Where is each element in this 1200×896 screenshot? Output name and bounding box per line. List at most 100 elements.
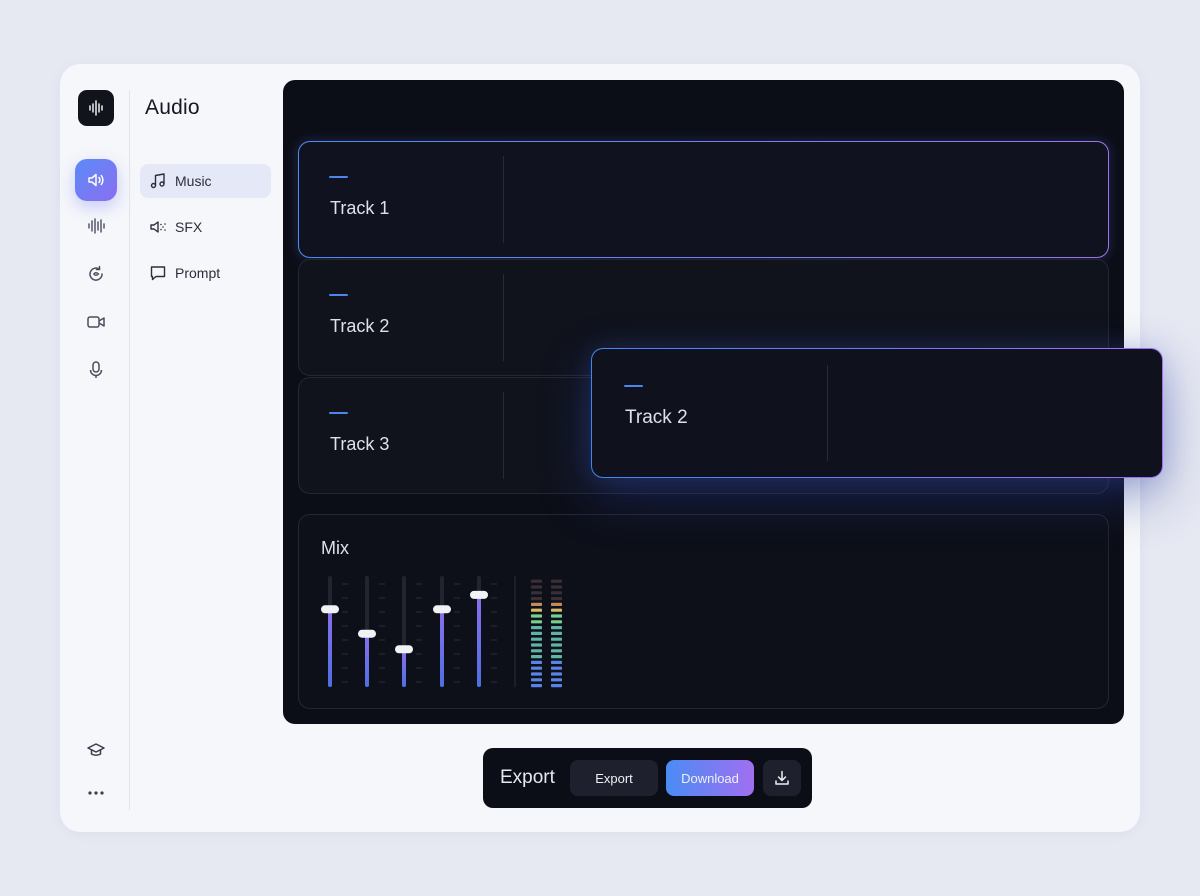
meter-segment: [551, 608, 562, 612]
track-color-marker: [329, 412, 348, 414]
track-color-marker: [624, 385, 643, 387]
fader-knob[interactable]: [321, 605, 339, 614]
track-color-marker: [329, 176, 348, 178]
export-button[interactable]: Export: [570, 760, 658, 796]
fader-knob[interactable]: [433, 605, 451, 614]
dragging-track-card[interactable]: Track 2: [591, 348, 1163, 478]
waveform-logo: [78, 90, 114, 126]
chat-icon: [150, 266, 166, 281]
meter-segment: [551, 585, 562, 589]
meter-segment: [531, 579, 542, 583]
nav-item-label: SFX: [175, 219, 203, 235]
meter-segment: [531, 643, 542, 647]
track-separator: [503, 156, 504, 243]
audio-nav: Audio Music SFX Prompt: [140, 64, 280, 832]
fader-level: [328, 609, 332, 687]
nav-item-label: Prompt: [175, 265, 221, 281]
track-color-marker: [329, 294, 348, 296]
microphone-icon: [89, 361, 103, 378]
refresh-icon: [89, 265, 103, 281]
meter-segment: [531, 684, 542, 688]
rail-microphone-button[interactable]: [75, 349, 117, 391]
track-separator: [503, 274, 504, 361]
meter-segment: [531, 660, 542, 664]
meter-segment: [551, 655, 562, 659]
meter-segment: [531, 655, 542, 659]
track-name: Track 1: [330, 198, 390, 218]
meter-segment: [551, 666, 562, 670]
rail-waveform-button[interactable]: [75, 205, 117, 247]
meter-segment: [551, 631, 562, 635]
track-separator: [827, 365, 828, 461]
fader-knob[interactable]: [358, 629, 376, 638]
meter-segment: [531, 637, 542, 641]
track-name: Track 3: [330, 434, 390, 454]
nav-item-prompt[interactable]: Prompt: [140, 256, 271, 290]
meter-segment: [531, 626, 542, 630]
export-label: Export: [500, 767, 555, 788]
rail-learn-button[interactable]: [75, 729, 117, 771]
nav-item-label: Music: [175, 173, 212, 189]
meter-segment: [551, 672, 562, 676]
rail-more-button[interactable]: [75, 772, 117, 814]
meter-segment: [551, 678, 562, 682]
meter-segment: [531, 608, 542, 612]
waveform-icon: [88, 218, 105, 234]
meter-segment: [531, 631, 542, 635]
meter-segment: [531, 597, 542, 601]
speaker-sfx-icon: [150, 221, 166, 233]
nav-item-music[interactable]: Music: [140, 164, 271, 198]
meter-segment: [551, 579, 562, 583]
fader-level: [477, 594, 481, 687]
meter-segment: [531, 614, 542, 618]
dragging-track-waveform: [841, 369, 1143, 457]
download-icon: [775, 770, 789, 785]
fader-level: [440, 609, 444, 687]
meter-segment: [551, 626, 562, 630]
meter-segment: [551, 591, 562, 595]
meter-segment: [551, 643, 562, 647]
meter-segment: [551, 684, 562, 688]
meter-segment: [531, 620, 542, 624]
fader-knob[interactable]: [470, 590, 488, 599]
download-icon-button[interactable]: [763, 760, 801, 796]
meter-segment: [551, 597, 562, 601]
fader-knob[interactable]: [395, 645, 413, 654]
nav-title: Audio: [145, 96, 200, 119]
meter-segment: [551, 620, 562, 624]
meter-segment: [551, 614, 562, 618]
icon-rail: [60, 64, 130, 832]
track-waveform[interactable]: [517, 152, 1095, 248]
track-name: Track 2: [330, 316, 390, 336]
meter-segment: [551, 637, 562, 641]
meter-segment: [551, 660, 562, 664]
dragging-track-name: Track 2: [625, 407, 688, 428]
nav-item-sfx[interactable]: SFX: [140, 210, 271, 244]
video-icon: [87, 316, 105, 328]
meter-segment: [531, 591, 542, 595]
rail-refresh-button[interactable]: [75, 253, 117, 295]
rail-video-button[interactable]: [75, 301, 117, 343]
rail-audio-button[interactable]: [75, 159, 117, 201]
app-window: Audio Music SFX Prompt Track 1 Track 2 T…: [60, 64, 1162, 832]
rail-divider: [129, 90, 130, 810]
meter-segment: [531, 649, 542, 653]
meter-segment: [551, 649, 562, 653]
track-row[interactable]: Track 1: [298, 141, 1109, 258]
meter-segment: [531, 672, 542, 676]
music-note-icon: [150, 173, 165, 189]
meter-segment: [531, 585, 542, 589]
export-bar: Export Export Download: [483, 748, 812, 808]
fader-level: [365, 633, 369, 687]
mix-panel: Mix: [298, 514, 1109, 709]
graduation-cap-icon: [87, 743, 105, 756]
meter-segment: [531, 666, 542, 670]
logo-waveform-icon: [89, 100, 103, 116]
download-button[interactable]: Download: [666, 760, 754, 796]
meter-segment: [551, 602, 562, 606]
track-separator: [503, 392, 504, 479]
mix-controls: [321, 576, 562, 688]
speaker-icon: [88, 173, 104, 187]
fader-level: [402, 649, 406, 687]
meter-segment: [531, 678, 542, 682]
